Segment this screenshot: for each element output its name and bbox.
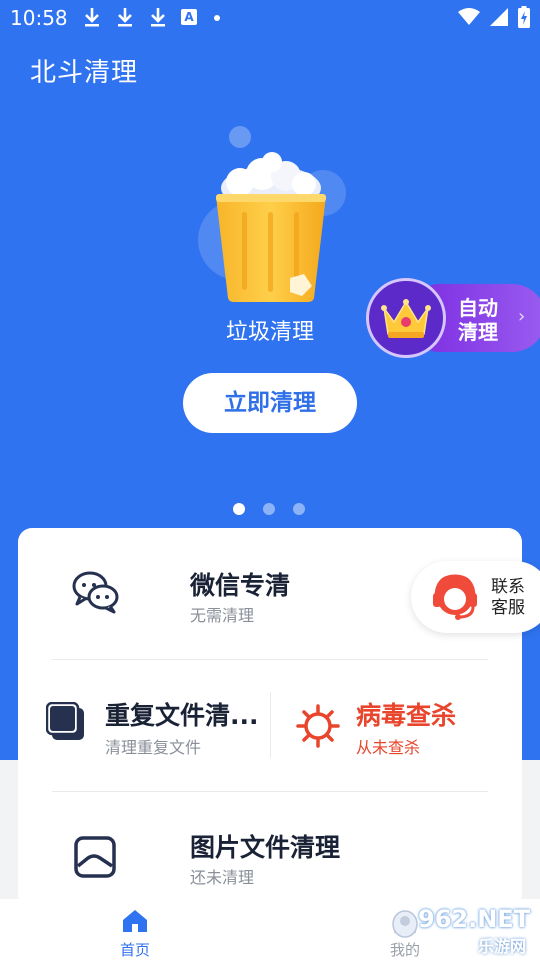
virus-subtitle: 从未查杀 [356,738,421,757]
notification-dot-icon [214,15,220,21]
duplicate-subtitle: 清理重复文件 [105,738,202,757]
trash-bin-icon[interactable] [212,150,330,305]
auto-clean-line2: 清理 [458,320,498,344]
divider [52,659,488,660]
download-icon [118,8,132,27]
vertical-divider [270,692,271,758]
customer-service-line2: 客服 [491,598,525,618]
headset-agent-icon [433,574,477,620]
clean-now-button[interactable]: 立即清理 [183,373,357,433]
duplicate-title: 重复文件清... [105,701,259,730]
customer-service-label: 联系 客服 [491,577,531,619]
image-files-item[interactable]: 图片文件清理 还未清理 [18,792,522,908]
customer-service-line1: 联系 [491,577,525,597]
images-title: 图片文件清理 [190,833,341,862]
watermark-main: 962.NET [418,905,531,933]
carousel-dot[interactable] [263,503,275,515]
tab-home-label: 首页 [119,941,150,959]
watermark-logo: 962.NET 乐游网 [392,905,538,957]
watermark-gamepad-icon [392,910,418,938]
watermark-sub: 乐游网 [478,937,527,956]
auto-clean-button[interactable]: 自动 清理 › [366,278,540,360]
carousel-dot[interactable] [293,503,305,515]
crown-icon [381,299,431,338]
auto-clean-label: 自动 清理 [458,296,518,344]
tab-home[interactable]: 首页 [104,909,166,960]
duplicate-files-item[interactable]: 重复文件清... 清理重复文件 [18,678,268,788]
chevron-right-icon: › [518,306,526,327]
wechat-title: 微信专清 [190,571,291,600]
battery-icon [518,6,530,28]
image-icon [74,836,116,878]
crown-icon-wrap [366,278,446,358]
status-bar: 10:58 A [0,0,540,36]
customer-service-button[interactable]: 联系 客服 [411,561,540,633]
notification-icons: A [82,6,220,28]
wifi-icon [458,8,480,25]
wechat-subtitle: 无需清理 [190,606,255,625]
virus-title: 病毒查杀 [356,701,457,730]
carousel-dot[interactable] [233,503,245,515]
images-subtitle: 还未清理 [190,868,255,887]
download-icon [85,8,99,27]
system-icons [458,6,530,28]
decor-bubble [229,126,251,148]
auto-clean-line1: 自动 [458,296,498,320]
duplicate-icon [46,702,84,740]
carousel-indicator [233,503,305,515]
home-icon [123,910,147,932]
virus-icon [296,704,340,748]
font-a-icon: A [181,9,197,25]
app-title: 北斗清理 [30,58,139,88]
wechat-icon [72,571,119,614]
status-time: 10:58 [10,6,68,30]
download-icon [151,8,165,27]
signal-icon [490,8,508,26]
wechat-clean-item[interactable]: 微信专清 无需清理 [18,528,418,658]
virus-scan-item[interactable]: 病毒查杀 从未查杀 [274,678,522,788]
